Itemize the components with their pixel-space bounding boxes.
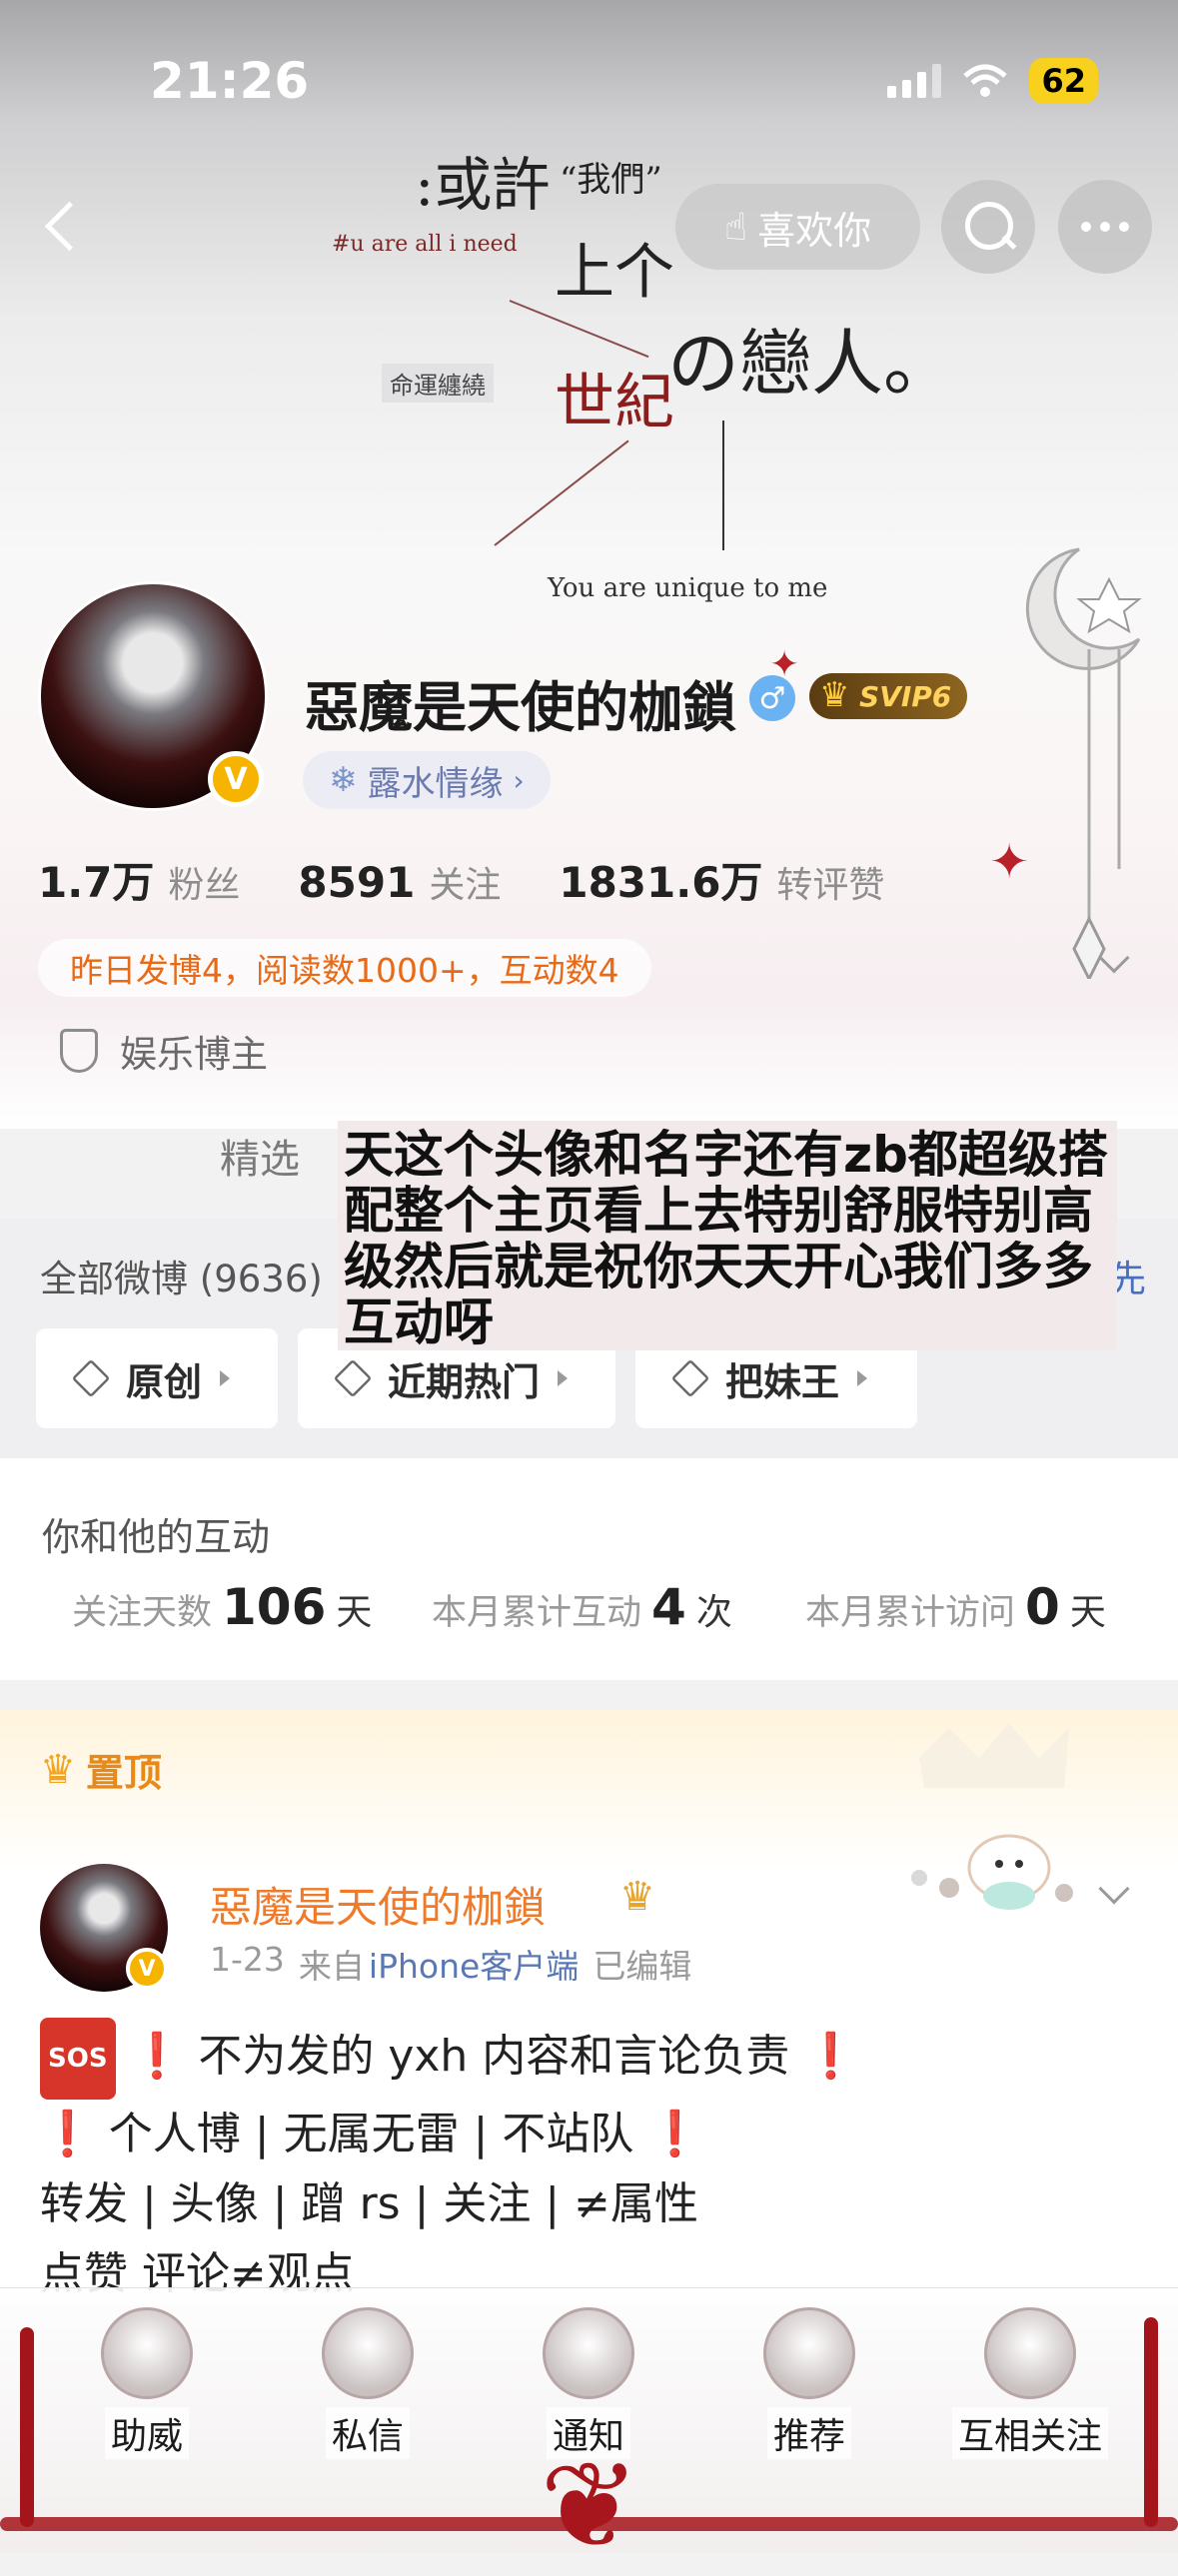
all-weibo-count[interactable]: 全部微博 (9636) <box>40 1249 323 1302</box>
sparkle-decoration: ✦ <box>989 834 1030 890</box>
post-line: 转发 | 头像 | 蹭 rs | 关注 | ≠属性 <box>40 2178 699 2229</box>
ribbon-decoration <box>20 2327 34 2527</box>
certification-label: 娱乐博主 <box>120 1033 268 1076</box>
interaction-card <box>0 1458 1178 1680</box>
post-edited-label: 已编辑 <box>592 1947 692 1986</box>
banner-art-text: “我們” <box>560 160 662 200</box>
bottom-nav-cheer[interactable]: 助威 <box>52 2307 242 2459</box>
interaction-title: 你和他的互动 <box>42 1515 271 1559</box>
clock-charm-icon <box>101 2307 193 2399</box>
exclamation-icon: ❗ <box>40 2109 95 2159</box>
post-body[interactable]: SOS ❗ 不为发的 yxh 内容和言论负责 ❗ ❗ 个人博 | 无属无雷 | … <box>40 2018 858 2309</box>
svip-badge[interactable]: SVIP6 <box>809 673 968 719</box>
pinned-label-text: 置顶 <box>85 1751 162 1795</box>
bottom-nav-message[interactable]: 私信 <box>273 2307 463 2459</box>
post-author-name[interactable]: 惡魔是天使的枷鎖 <box>210 1874 546 1935</box>
filter-label: 近期热门 <box>388 1359 541 1404</box>
bottom-nav-recommend[interactable]: 推荐 <box>714 2307 904 2459</box>
exclamation-icon: ❗ <box>129 2031 185 2082</box>
banner-art-text: :或許 <box>415 151 551 219</box>
bottom-nav-mutual-follow[interactable]: 互相关注 <box>935 2307 1125 2459</box>
layers-icon <box>71 1358 111 1398</box>
snowflake-icon: ❄ <box>329 760 358 800</box>
banner-art-text: 上个 <box>555 238 674 308</box>
profile-stats: 1.7万 粉丝 8591 关注 1831.6万 转评赞 <box>38 849 884 910</box>
exclamation-icon: ❗ <box>647 2109 703 2159</box>
banner-art-text: の戀人。 <box>667 322 956 406</box>
verified-badge-icon: V <box>126 1948 168 1990</box>
exclamation-icon: ❗ <box>803 2031 859 2082</box>
post-line: SOS ❗ 不为发的 yxh 内容和言论负责 ❗ <box>40 2018 858 2100</box>
post-source-prefix: 来自 <box>298 1947 365 1986</box>
layers-icon <box>333 1358 373 1398</box>
status-icons: 62 <box>887 58 1098 104</box>
status-time: 21:26 <box>150 52 310 110</box>
moon-charm-decoration <box>1025 547 1142 979</box>
relationship-tag[interactable]: ❄ 露水情缘 › <box>303 751 551 809</box>
banner-art-text: 世紀 <box>555 368 674 437</box>
like-you-button[interactable]: ☝ 喜欢你 <box>675 184 920 270</box>
pinned-label: ♛ 置顶 <box>40 1742 162 1797</box>
post-meta: 1-23 来自 iPhone客户端 已编辑 <box>210 1940 691 1988</box>
relationship-tag-label: 露水情缘 <box>367 763 504 804</box>
back-button[interactable] <box>34 195 94 255</box>
filter-original[interactable]: 原创 <box>36 1328 278 1428</box>
more-button[interactable] <box>1058 180 1152 274</box>
sos-icon: SOS <box>40 2018 116 2100</box>
gender-male-icon: ♂ <box>749 675 795 721</box>
comment-overlay-text: 天这个头像和名字还有zb都超级搭配整个主页看上去特别舒服特别高级然后就是祝你天天… <box>338 1121 1117 1350</box>
post-line: ❗ 个人博 | 无属无雷 | 不站队 ❗ <box>40 2109 703 2159</box>
hand-heart-icon: ☝ <box>723 205 748 249</box>
search-button[interactable] <box>941 180 1035 274</box>
wifi-icon <box>963 64 1008 97</box>
banner-art-text: #u are all i need <box>332 232 518 257</box>
post-source[interactable]: iPhone客户端 <box>369 1940 579 1988</box>
followers-stat[interactable]: 1.7万 粉丝 <box>38 849 240 910</box>
tab-featured[interactable]: 精选 <box>220 1127 300 1185</box>
banner-decor-line <box>722 421 724 550</box>
bottom-nav-notify[interactable]: 通知 <box>494 2307 683 2459</box>
activity-summary[interactable]: 昨日发博4，阅读数1000+，互动数4 <box>38 939 651 997</box>
like-you-label: 喜欢你 <box>757 208 872 253</box>
layers-icon <box>670 1358 710 1398</box>
filter-label: 把妹王 <box>725 1359 840 1404</box>
caret-right-icon <box>558 1370 569 1386</box>
follow-days-metric: 关注天数 106 天 <box>72 1578 373 1636</box>
battery-indicator: 62 <box>1029 58 1098 104</box>
ribbon-decoration <box>1144 2317 1158 2527</box>
profile-name: 惡魔是天使的枷鎖 <box>305 676 736 739</box>
vip-crown-icon: ♛ <box>619 1874 655 1920</box>
monthly-interaction-metric: 本月累计互动 4 次 <box>432 1578 732 1636</box>
engagement-stat[interactable]: 1831.6万 转评赞 <box>559 849 884 910</box>
shield-icon <box>60 1029 98 1073</box>
certification[interactable]: 娱乐博主 <box>60 1024 268 1078</box>
crown-icon: ♛ <box>40 1746 76 1793</box>
caret-right-icon <box>220 1370 231 1386</box>
filter-label: 原创 <box>126 1359 203 1404</box>
cartoon-sticker-decoration <box>911 1723 1073 1910</box>
signal-icon <box>887 64 942 98</box>
book-rose-icon <box>763 2307 855 2399</box>
following-stat[interactable]: 8591 关注 <box>298 856 501 908</box>
chevron-right-icon: › <box>513 763 525 797</box>
banner-art-text: 命運纏繞 <box>382 364 494 403</box>
rose-clock-icon <box>322 2307 414 2399</box>
post-date: 1-23 <box>210 1940 285 1979</box>
banner-art-text: You are unique to me <box>548 573 828 603</box>
verified-badge-icon: V <box>208 751 264 807</box>
planet-icon <box>543 2307 634 2399</box>
caret-right-icon <box>857 1370 868 1386</box>
monthly-visit-metric: 本月累计访问 0 天 <box>805 1578 1106 1636</box>
moon-star-icon <box>984 2307 1076 2399</box>
